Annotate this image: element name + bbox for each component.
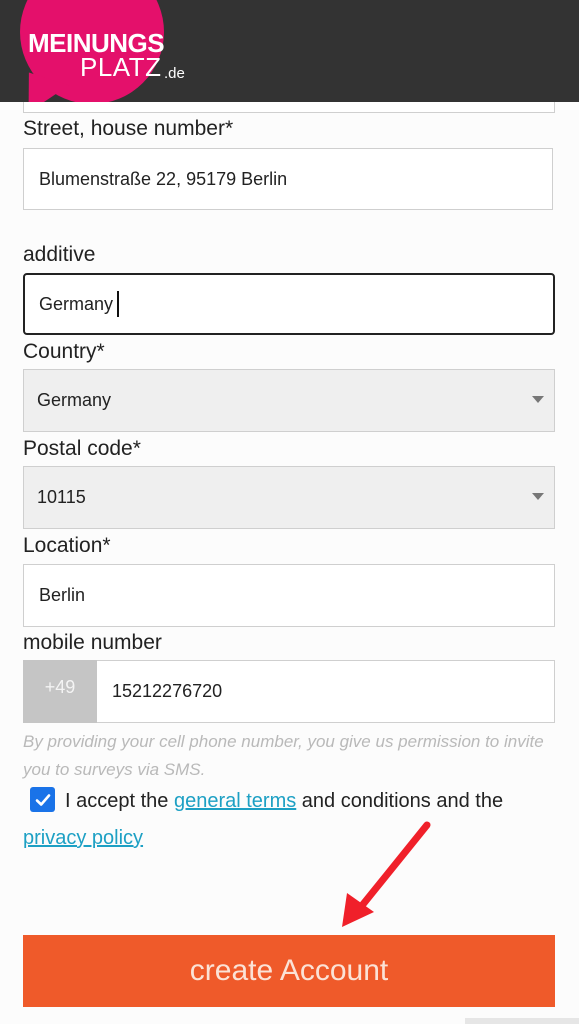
country-select[interactable]: Germany	[23, 369, 555, 432]
chevron-down-icon	[532, 493, 544, 500]
annotation-arrow-icon	[342, 821, 431, 927]
text-caret	[117, 291, 120, 317]
country-value: Germany	[37, 390, 112, 410]
logo-tld: .de	[164, 65, 185, 82]
street-input[interactable]: Blumenstraße 22, 95179 Berlin	[23, 148, 553, 210]
create-account-button[interactable]: create Account	[23, 935, 555, 1007]
street-value: Blumenstraße 22, 95179 Berlin	[39, 168, 288, 189]
mobile-value: 15212276720	[112, 681, 223, 701]
postal-code-select[interactable]: 10115	[23, 466, 555, 529]
general-terms-link[interactable]: general terms	[174, 790, 296, 812]
additive-value: Germany	[39, 293, 114, 314]
postal-code-value: 10115	[37, 487, 86, 507]
mobile-input[interactable]: 15212276720	[97, 660, 555, 723]
mobile-label: mobile number	[23, 631, 162, 654]
additive-input[interactable]: Germany	[23, 273, 555, 335]
bottom-edge-strip	[465, 1018, 579, 1024]
country-code-text: +49	[44, 677, 76, 697]
street-label: Street, house number*	[23, 117, 234, 140]
privacy-policy-link[interactable]: privacy policy	[23, 827, 143, 849]
chevron-down-icon	[532, 396, 544, 403]
postal-code-label: Postal code*	[23, 437, 141, 460]
terms-text-before: I accept the	[65, 790, 174, 812]
additive-label: additive	[23, 243, 96, 266]
terms-text: I accept the general terms and condition…	[23, 783, 568, 857]
location-value: Berlin	[39, 585, 86, 605]
previous-field-edge	[23, 102, 555, 113]
country-code-prefix: +49	[23, 660, 97, 723]
logo-text-platz: PLATZ	[80, 52, 162, 82]
terms-text-middle: and conditions and the	[296, 790, 504, 812]
mobile-hint: By providing your cell phone number, you…	[23, 732, 544, 779]
app-header: MEINUNGS PLATZ .de	[0, 0, 579, 122]
location-label: Location*	[23, 534, 111, 557]
country-label: Country*	[23, 340, 105, 363]
location-input[interactable]: Berlin	[23, 564, 555, 627]
